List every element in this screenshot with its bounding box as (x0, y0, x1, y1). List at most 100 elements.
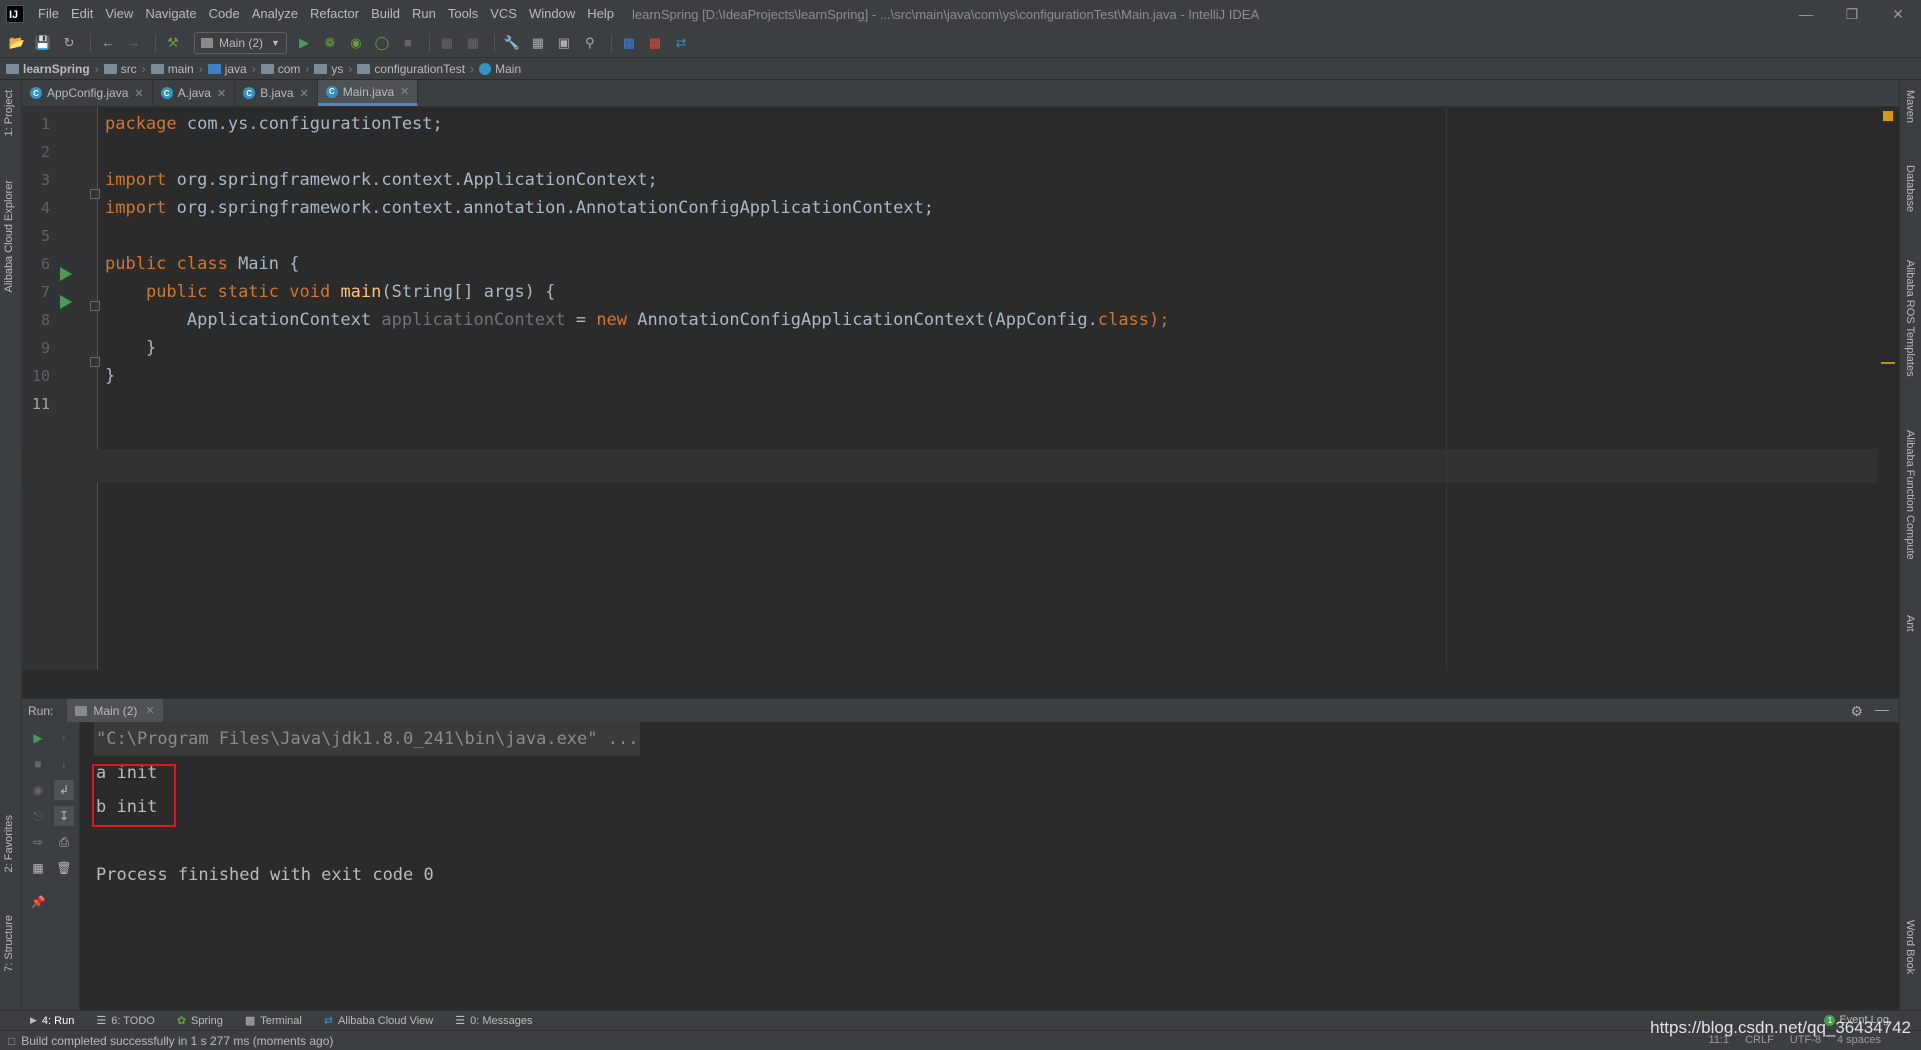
camera-icon[interactable]: ◉ (28, 780, 48, 800)
fold-icon[interactable] (90, 189, 100, 199)
close-tab-icon[interactable]: ✕ (300, 87, 309, 100)
menu-help[interactable]: Help (581, 0, 620, 28)
run-console[interactable]: "C:\Program Files\Java\jdk1.8.0_241\bin\… (80, 722, 1899, 1010)
messages-tool-button[interactable]: ☰ 0: Messages (455, 1014, 532, 1028)
breadcrumb-src[interactable]: src (103, 62, 137, 76)
vcs-update-icon[interactable]: ▦ (436, 32, 458, 54)
menu-build[interactable]: Build (365, 0, 406, 28)
package-icon (260, 63, 274, 74)
breadcrumb-configurationtest[interactable]: configurationTest (357, 62, 465, 76)
spring-tool-button[interactable]: ✿ Spring (177, 1014, 223, 1028)
code-editor[interactable]: 1 2 3 4 5 6 7 8 9 10 11 package com.ys.c… (22, 107, 1899, 670)
close-tab-icon[interactable]: ✕ (217, 87, 226, 100)
menu-refactor[interactable]: Refactor (304, 0, 365, 28)
tab-b-java[interactable]: C B.java ✕ (235, 80, 318, 106)
menu-vcs[interactable]: VCS (484, 0, 523, 28)
minimize-window-icon[interactable]: — (1783, 0, 1829, 28)
run-icon[interactable]: ▶ (293, 32, 315, 54)
line-number: 7 (40, 283, 50, 301)
menu-navigate[interactable]: Navigate (139, 0, 202, 28)
code-area[interactable]: package com.ys.configurationTest; import… (105, 107, 1885, 670)
vcs-commit-icon[interactable]: ▦ (462, 32, 484, 54)
project-tool-tab[interactable]: 1: Project (3, 90, 15, 136)
build-hammer-icon[interactable]: ⚒ (162, 32, 184, 54)
stop-icon[interactable]: ■ (397, 32, 419, 54)
exit-icon[interactable]: ⎋ (28, 806, 48, 826)
menu-window[interactable]: Window (523, 0, 581, 28)
run-tab-main[interactable]: Main (2) ✕ (67, 698, 163, 723)
tab-a-java[interactable]: C A.java ✕ (153, 80, 236, 106)
translate-alt-icon[interactable]: ▩ (644, 32, 666, 54)
breadcrumb-java[interactable]: java (207, 62, 247, 76)
database-tool-tab[interactable]: Database (1904, 165, 1916, 212)
translate-icon[interactable]: ▩ (618, 32, 640, 54)
fold-icon[interactable] (90, 357, 100, 367)
close-tab-icon[interactable]: ✕ (134, 87, 143, 100)
pin-icon[interactable]: 📌 (28, 892, 48, 912)
menu-analyze[interactable]: Analyze (246, 0, 304, 28)
word-book-tool-tab[interactable]: Word Book (1904, 920, 1916, 974)
restore-window-icon[interactable]: ❐ (1829, 0, 1875, 28)
menu-code[interactable]: Code (203, 0, 246, 28)
login-icon[interactable]: ⇨ (28, 832, 48, 852)
scroll-to-end-icon[interactable]: ↧ (54, 806, 74, 826)
alibaba-cloud-explorer-tab[interactable]: Alibaba Cloud Explorer (3, 180, 15, 293)
run-tool-button[interactable]: ▶ 4: Run (30, 1015, 74, 1027)
close-tab-icon[interactable]: ✕ (400, 85, 409, 98)
terminal-window-icon[interactable]: ▣ (553, 32, 575, 54)
fold-icon[interactable] (90, 301, 100, 311)
breadcrumb-main-class[interactable]: Main (479, 62, 521, 76)
save-all-icon[interactable]: 💾 (32, 32, 54, 54)
print-icon[interactable]: ⎙ (54, 832, 74, 852)
open-folder-icon[interactable]: 📂 (6, 32, 28, 54)
layout-icon[interactable]: ▦ (28, 858, 48, 878)
run-gutter-icon[interactable] (60, 267, 72, 281)
todo-tool-button[interactable]: ☰ 6: TODO (96, 1014, 154, 1028)
warning-stripe-marker[interactable] (1881, 362, 1895, 364)
profile-icon[interactable]: ◯ (371, 32, 393, 54)
arrow-up-icon[interactable]: ↑ (54, 728, 74, 748)
inspection-status-icon[interactable] (1883, 111, 1893, 121)
arrow-down-icon[interactable]: ↓ (54, 754, 74, 774)
menu-edit[interactable]: Edit (65, 0, 99, 28)
alibaba-ros-templates-tab[interactable]: Alibaba ROS Templates (1904, 260, 1916, 377)
minimize-panel-icon[interactable]: — (1875, 701, 1889, 717)
maven-tool-tab[interactable]: Maven (1904, 90, 1916, 123)
project-structure-icon[interactable]: ▦ (527, 32, 549, 54)
forward-arrow-icon[interactable]: → (123, 32, 145, 54)
menu-file[interactable]: File (32, 0, 65, 28)
menu-run[interactable]: Run (406, 0, 442, 28)
ant-tool-tab[interactable]: Ant (1904, 615, 1916, 632)
close-tab-icon[interactable]: ✕ (145, 704, 154, 717)
alibaba-cloud-icon[interactable]: ⇄ (670, 32, 692, 54)
terminal-tool-button[interactable]: ▩ Terminal (245, 1014, 302, 1028)
panel-toggle-icon[interactable]: □ (8, 1034, 15, 1048)
breadcrumb-project[interactable]: learnSpring (6, 62, 90, 76)
run-with-coverage-icon[interactable]: ◉ (345, 32, 367, 54)
gear-icon[interactable]: ⚙ (1850, 703, 1863, 720)
rerun-icon[interactable]: ▶ (28, 728, 48, 748)
menu-view[interactable]: View (99, 0, 139, 28)
tab-appconfig[interactable]: C AppConfig.java ✕ (22, 80, 153, 106)
alibaba-function-compute-tab[interactable]: Alibaba Function Compute (1904, 430, 1916, 560)
settings-wrench-icon[interactable]: 🔧 (501, 32, 523, 54)
sync-icon[interactable]: ↻ (58, 32, 80, 54)
debug-bug-icon[interactable]: ❁ (319, 32, 341, 54)
back-arrow-icon[interactable]: ← (97, 32, 119, 54)
breadcrumb-com[interactable]: com (260, 62, 300, 76)
soft-wrap-icon[interactable]: ↲ (54, 780, 74, 800)
favorites-tool-tab[interactable]: 2: Favorites (3, 815, 15, 872)
close-window-icon[interactable]: ✕ (1875, 0, 1921, 28)
search-icon[interactable]: ⚲ (579, 32, 601, 54)
run-gutter-icon[interactable] (60, 295, 72, 309)
trash-icon[interactable]: 🗑 (54, 858, 74, 878)
structure-tool-tab[interactable]: 7: Structure (3, 915, 15, 972)
menu-tools[interactable]: Tools (442, 0, 484, 28)
stop-icon[interactable]: ■ (28, 754, 48, 774)
tab-main-java[interactable]: C Main.java ✕ (317, 80, 419, 106)
breadcrumb-ys[interactable]: ys (314, 62, 343, 76)
main-toolbar: 📂 💾 ↻ ← → ⚒ Main (2) ▼ ▶ ❁ ◉ ◯ ■ ▦ ▦ 🔧 ▦… (0, 28, 1921, 58)
alibaba-cloud-view-button[interactable]: ⇄ Alibaba Cloud View (324, 1014, 433, 1028)
breadcrumb-main[interactable]: main (150, 62, 194, 76)
run-configuration-select[interactable]: Main (2) ▼ (194, 31, 287, 54)
